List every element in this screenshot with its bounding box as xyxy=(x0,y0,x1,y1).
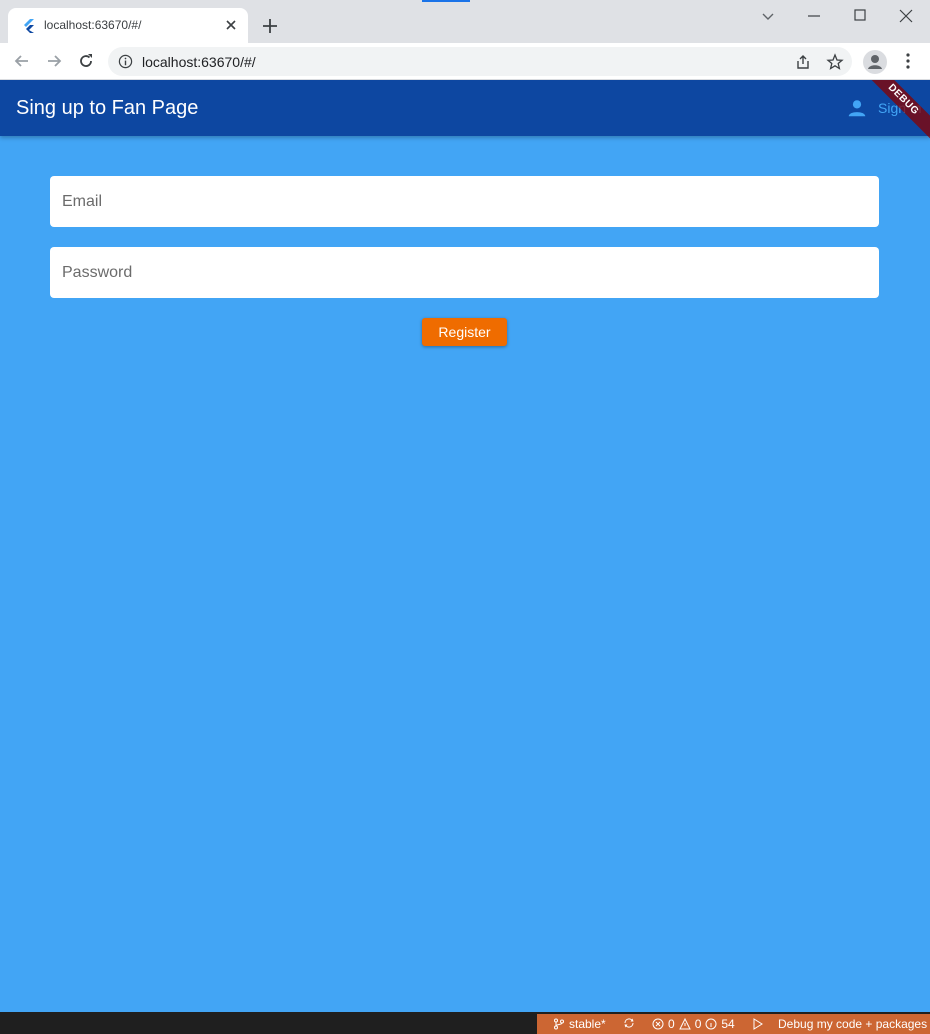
password-input[interactable] xyxy=(50,247,879,298)
sync-button[interactable] xyxy=(623,1017,639,1029)
branch-name: stable* xyxy=(569,1017,606,1031)
reload-icon[interactable] xyxy=(76,51,96,71)
git-branch-icon xyxy=(554,1018,564,1030)
profile-avatar-icon[interactable] xyxy=(863,50,887,74)
address-bar[interactable]: localhost:63670/#/ xyxy=(108,47,852,76)
browser-tab[interactable]: localhost:63670/#/ xyxy=(8,8,248,43)
warning-icon xyxy=(678,1018,691,1030)
page-title: Sing up to Fan Page xyxy=(16,97,199,119)
browser-tab-strip: localhost:63670/#/ xyxy=(0,0,930,43)
share-icon[interactable] xyxy=(794,53,812,71)
error-count: 0 xyxy=(668,1017,675,1031)
password-field[interactable] xyxy=(50,247,879,298)
debug-run-icon xyxy=(753,1018,763,1030)
register-button[interactable]: Register xyxy=(422,318,507,346)
branch-indicator[interactable]: stable* xyxy=(553,1017,606,1031)
info-count: 54 xyxy=(721,1017,735,1031)
bookmark-star-icon[interactable] xyxy=(826,53,844,71)
problems-indicator[interactable]: 0 0 54 xyxy=(652,1017,735,1031)
error-icon xyxy=(652,1018,664,1030)
minimize-icon[interactable] xyxy=(804,6,824,26)
person-icon xyxy=(848,100,866,117)
back-arrow-icon[interactable] xyxy=(12,51,32,71)
site-info-icon[interactable] xyxy=(118,54,133,69)
flutter-favicon-icon xyxy=(24,19,34,33)
close-tab-icon[interactable] xyxy=(222,16,240,34)
close-window-icon[interactable] xyxy=(896,6,916,26)
tab-title: localhost:63670/#/ xyxy=(44,18,142,32)
info-icon xyxy=(705,1018,717,1030)
new-tab-icon[interactable] xyxy=(260,16,280,36)
more-menu-icon[interactable] xyxy=(898,51,918,71)
debug-mode-label: Debug my code + packages xyxy=(778,1017,928,1031)
browser-toolbar: localhost:63670/#/ xyxy=(0,43,930,80)
tab-strip-accent xyxy=(422,0,470,2)
email-input[interactable] xyxy=(50,176,879,227)
app-viewport: Sing up to Fan Page Sign In DEBUG Regist… xyxy=(0,80,930,1012)
debug-mode-selector[interactable]: Debug my code + packages xyxy=(752,1017,927,1031)
forward-arrow-icon[interactable] xyxy=(44,51,64,71)
maximize-icon[interactable] xyxy=(850,6,870,26)
email-field[interactable] xyxy=(50,176,879,227)
warning-count: 0 xyxy=(694,1017,702,1031)
sync-icon xyxy=(624,1018,634,1028)
tab-search-icon[interactable] xyxy=(758,6,778,26)
url-text[interactable]: localhost:63670/#/ xyxy=(142,54,256,70)
app-bar: Sing up to Fan Page Sign In xyxy=(0,80,930,136)
ide-status-bar: stable* 0 0 54 Debug my code + packages xyxy=(537,1014,930,1034)
